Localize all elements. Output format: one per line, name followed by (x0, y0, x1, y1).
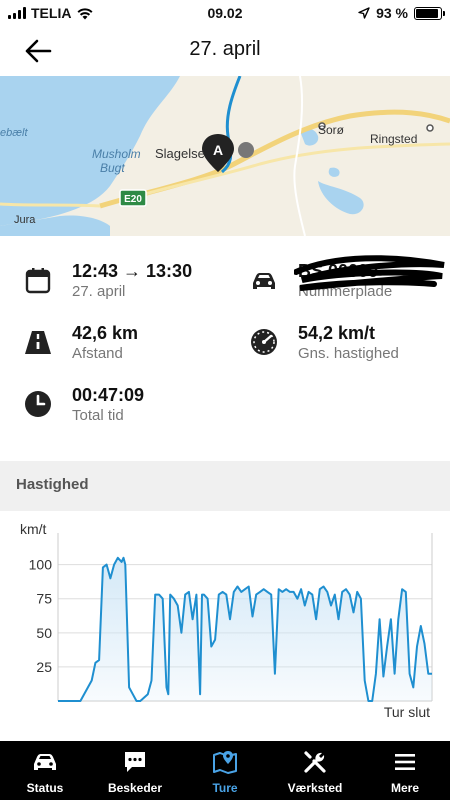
route-map[interactable]: A E20 Slagelse Sorø Ringsted Musholm Bug… (0, 76, 450, 236)
car-icon (253, 273, 275, 289)
total-time-value: 00:47:09 (72, 385, 145, 405)
tab-more[interactable]: Mere (360, 741, 450, 800)
road-icon (25, 331, 51, 354)
wrench-icon (304, 751, 326, 773)
tab-workshop[interactable]: Værksted (270, 741, 360, 800)
map-pin-icon (213, 751, 237, 774)
place-label: Jura (14, 214, 36, 226)
avg-speed-label: Gns. hastighed (298, 345, 399, 362)
status-bar: TELIA 09.02 93 % (0, 0, 450, 26)
location-arrow-icon (358, 7, 370, 19)
road-shield-label: E20 (124, 194, 142, 205)
tab-label: Status (26, 781, 64, 795)
place-label: Bugt (100, 161, 125, 175)
calendar-icon (25, 268, 51, 294)
speed-chart: km/t 100 75 50 25 Tur slut (0, 511, 450, 741)
chat-icon (125, 752, 145, 772)
plate-item: BS 00000 Nummerplade (250, 255, 445, 302)
speedometer-icon (251, 329, 277, 355)
distance-item: 42,6 km Afstand (24, 322, 138, 364)
clock-icon (25, 391, 51, 417)
total-time-label: Total tid (72, 407, 124, 424)
trip-details: 12:43 → 13:30 27. april BS 00000 Nummerp… (0, 236, 450, 461)
avg-speed-value: 54,2 km/t (298, 323, 376, 343)
y-tick-label: 50 (36, 625, 52, 641)
marker-label: A (213, 142, 223, 158)
redaction-scribble (294, 255, 445, 291)
place-label: Sorø (318, 123, 345, 137)
tab-bar: Status Beskeder Ture Værksted Mere (0, 741, 450, 800)
speed-chart-svg: km/t 100 75 50 25 Tur slut (20, 521, 433, 720)
tab-status[interactable]: Status (0, 741, 90, 800)
trip-date: 27. april (72, 283, 126, 300)
place-label: Slagelse (155, 146, 205, 161)
y-tick-label: 100 (29, 557, 53, 573)
total-time-item: 00:47:09 Total tid (24, 384, 144, 426)
tab-trips[interactable]: Ture (180, 741, 270, 800)
tab-label: Mere (390, 781, 419, 795)
place-label: Ringsted (370, 132, 417, 146)
road (0, 202, 101, 208)
page-title: 27. april (189, 38, 261, 60)
battery-icon (414, 6, 445, 20)
speed-section-header: Hastighed (0, 461, 450, 511)
end-marker-icon[interactable] (238, 142, 254, 158)
tab-label: Beskeder (107, 781, 163, 795)
car-icon (34, 754, 56, 770)
distance-value: 42,6 km (72, 323, 139, 343)
time-range: 12:43 → 13:30 (72, 261, 193, 281)
place-label: ebælt (0, 127, 28, 139)
trip-time-item: 12:43 → 13:30 27. april (24, 260, 192, 302)
distance-label: Afstand (72, 345, 123, 362)
place-label: Musholm (92, 147, 141, 161)
system-indicators: 93 % (358, 5, 445, 21)
y-tick-label: 25 (36, 659, 52, 675)
section-title: Hastighed (16, 476, 89, 493)
y-tick-label: 75 (36, 591, 52, 607)
nav-header: 27. april (0, 26, 450, 76)
battery-percent: 93 % (376, 5, 408, 21)
avg-speed-item: 54,2 km/t Gns. hastighed (250, 322, 399, 364)
menu-icon (395, 754, 415, 770)
tab-label: Værksted (287, 781, 343, 795)
lake-icon (318, 181, 364, 215)
lake-icon (328, 167, 340, 177)
y-axis-label: km/t (20, 521, 47, 537)
tab-messages[interactable]: Beskeder (90, 741, 180, 800)
city-marker (426, 124, 434, 132)
end-label: Tur slut (384, 704, 430, 720)
tab-label: Ture (212, 781, 238, 795)
